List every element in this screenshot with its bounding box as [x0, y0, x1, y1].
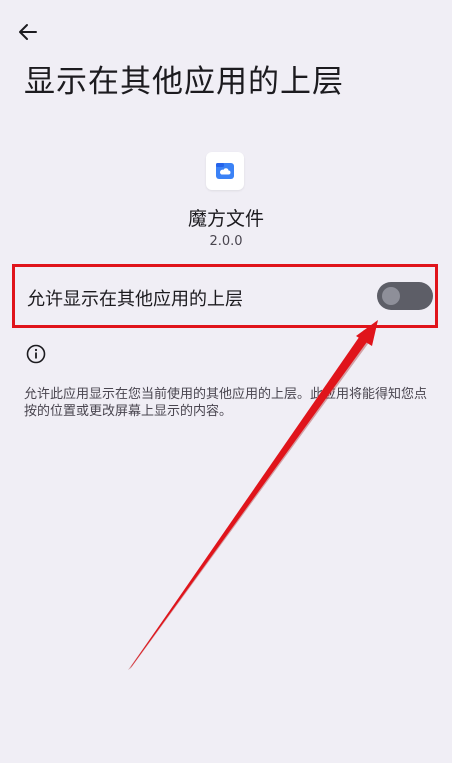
switch-thumb: [382, 287, 400, 305]
arrow-back-icon: [19, 24, 37, 40]
folder-cloud-icon: [216, 163, 234, 179]
app-name: 魔方文件: [187, 208, 264, 230]
app-icon: [206, 152, 244, 190]
annotation-arrow: [128, 320, 378, 670]
page-title: 显示在其他应用的上层: [24, 64, 344, 100]
back-button[interactable]: [12, 16, 44, 48]
permission-toggle-row[interactable]: 允许显示在其他应用的上层: [12, 264, 438, 328]
app-version: 2.0.0: [209, 234, 243, 249]
permission-switch[interactable]: [377, 282, 433, 310]
permission-description: 允许此应用显示在您当前使用的其他应用的上层。此应用将能得知您点按的位置或更改屏幕…: [24, 387, 428, 419]
permission-toggle-label: 允许显示在其他应用的上层: [27, 289, 243, 310]
info-icon: [26, 344, 46, 364]
